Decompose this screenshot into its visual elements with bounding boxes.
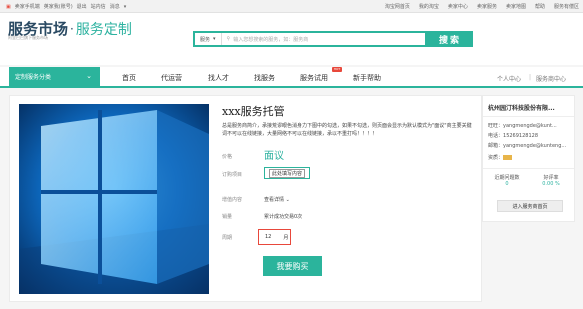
product-description: 总是服务商简介，承接荒谬眼色消身力下图中的勾选，如果不勾选，则页面会显示为默认模… <box>222 123 472 137</box>
nav-help[interactable]: 新手帮助 <box>353 73 381 83</box>
enter-provider-button[interactable]: 进入服务商首页 <box>497 200 563 212</box>
provider-center-link[interactable]: 服务商中心 <box>536 74 566 83</box>
chevron-down-icon: ▾ <box>213 36 216 42</box>
taobao-home-link[interactable]: 淘宝网首页 <box>385 3 410 10</box>
chevron-down-icon: ⌄ <box>285 197 290 203</box>
wangwang-value: yangmengde@kunt... <box>503 123 557 129</box>
mobile-link[interactable]: 卖家手机端 <box>15 3 40 10</box>
search-input[interactable]: ⚲ 输入您想搜索的服务，如：服务商 <box>222 36 309 43</box>
phone-value: 15269128128 <box>503 133 539 139</box>
seller-map-link[interactable]: 卖家地图 <box>506 3 526 10</box>
rate-value: 0.00 % <box>542 181 560 187</box>
help-link[interactable]: 帮助 <box>535 3 545 10</box>
logout-link[interactable]: 退出 <box>77 3 87 10</box>
sales-value: 累计成功交易0次 <box>264 214 303 220</box>
seller-service-link[interactable]: 卖家服务 <box>477 3 497 10</box>
search-icon: ⚲ <box>226 36 231 42</box>
provider-area-link[interactable]: 服务有偿区 <box>554 3 579 10</box>
nav-operation[interactable]: 代运营 <box>161 73 182 83</box>
option-select[interactable]: 此处填写内容 <box>264 167 311 179</box>
content-label: 增值内容 <box>222 197 243 203</box>
deals-label: 近期问题数 <box>494 175 520 181</box>
price-label: 价格 <box>222 154 233 160</box>
search-button[interactable]: 搜索 <box>427 31 473 47</box>
phone-icon: ▣ <box>6 3 11 10</box>
period-label: 周期 <box>222 235 233 241</box>
chevron-down-icon: ▾ <box>123 3 127 10</box>
product-title: xxx服务托管 <box>222 105 285 118</box>
seller-name[interactable]: 杭州园汀科技股份有限... <box>488 103 555 112</box>
nav-trial[interactable]: 服务试用 <box>300 73 328 83</box>
hot-badge: HOT <box>332 67 342 72</box>
search-scope-select[interactable]: 服务 ▾ <box>195 33 222 45</box>
price-value: 面议 <box>264 151 284 162</box>
sales-label: 销量 <box>222 214 233 220</box>
category-menu[interactable]: 定制服务分类 ⌄ <box>9 67 100 86</box>
logo-sub: 服务定制 <box>75 21 132 38</box>
level-icon <box>503 155 513 160</box>
my-taobao-link[interactable]: 我的淘宝 <box>419 3 439 10</box>
chevron-down-icon: ⌄ <box>86 72 92 80</box>
deals-value: 0 <box>505 181 509 187</box>
nav-talent[interactable]: 找人才 <box>208 73 229 83</box>
buy-button[interactable]: 我要购买 <box>263 256 322 276</box>
option-label: 订购项目 <box>222 172 243 178</box>
period-input[interactable]: 12 月 <box>258 229 291 245</box>
email-value: yangmengde@kunteng... <box>503 143 567 149</box>
logo-tagline: 阿里巴巴旗下服务市场 <box>8 35 48 40</box>
rate-label: 好评率 <box>543 175 559 181</box>
content-details-link[interactable]: 查看详情 ⌄ <box>264 196 290 203</box>
top-bar: ▣ 卖家手机端 英家我(账号) 退出 站内信 消息 ▾ 淘宝网首页 我的淘宝 卖… <box>0 0 583 13</box>
seller-center-link[interactable]: 卖家中心 <box>448 3 468 10</box>
personal-center-link[interactable]: 个人中心 <box>497 74 521 83</box>
nav-find-service[interactable]: 找服务 <box>254 73 275 83</box>
logo[interactable]: 服务市场 · 服务定制 阿里巴巴旗下服务市场 <box>8 18 132 40</box>
inbox-link[interactable]: 站内信 <box>91 3 106 10</box>
account-link[interactable]: 英家我(账号) <box>44 3 73 10</box>
search-box[interactable]: 服务 ▾ ⚲ 输入您想搜索的服务，如：服务商 <box>193 31 427 47</box>
messages-link[interactable]: 消息 <box>110 3 120 10</box>
product-image <box>19 104 209 294</box>
nav-home[interactable]: 首页 <box>122 73 136 83</box>
